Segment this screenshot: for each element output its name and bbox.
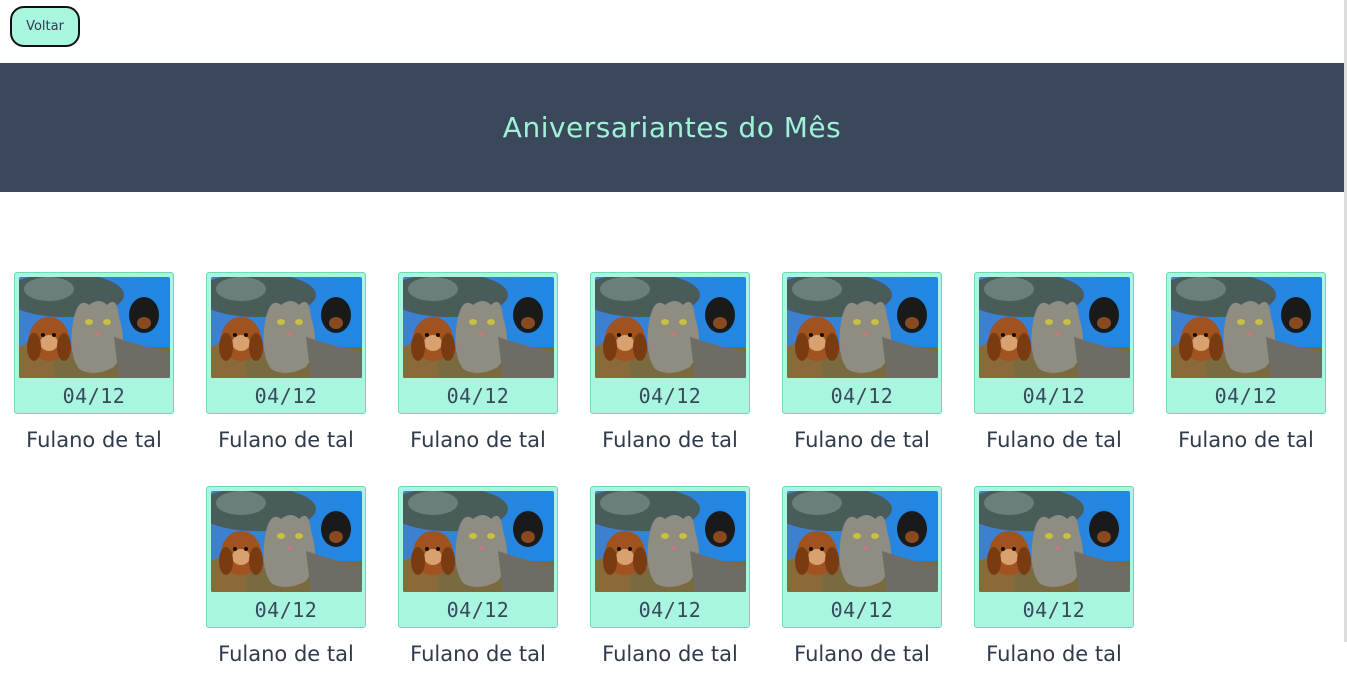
birthday-card[interactable]: 04/12 bbox=[782, 486, 942, 628]
birthday-item: 04/12 Fulano de tal bbox=[398, 272, 558, 486]
birthday-item: 04/12 Fulano de tal bbox=[398, 486, 558, 700]
birthday-card[interactable]: 04/12 bbox=[206, 272, 366, 414]
person-name: Fulano de tal bbox=[26, 428, 162, 452]
person-name: Fulano de tal bbox=[410, 642, 546, 666]
birthday-item: 04/12 Fulano de tal bbox=[206, 486, 366, 700]
pet-photo bbox=[786, 277, 938, 378]
birthday-date: 04/12 bbox=[830, 598, 894, 622]
birthday-date: 04/12 bbox=[830, 384, 894, 408]
birthday-date: 04/12 bbox=[1022, 384, 1086, 408]
birthday-date: 04/12 bbox=[638, 384, 702, 408]
birthday-card[interactable]: 04/12 bbox=[974, 486, 1134, 628]
pet-photo bbox=[18, 277, 170, 378]
person-name: Fulano de tal bbox=[1178, 428, 1314, 452]
birthday-date: 04/12 bbox=[638, 598, 702, 622]
birthday-card[interactable]: 04/12 bbox=[590, 272, 750, 414]
birthday-item: 04/12 Fulano de tal bbox=[1166, 272, 1326, 486]
person-name: Fulano de tal bbox=[794, 642, 930, 666]
birthday-card[interactable]: 04/12 bbox=[206, 486, 366, 628]
back-button[interactable]: Voltar bbox=[10, 6, 80, 47]
birthday-item: 04/12 Fulano de tal bbox=[590, 272, 750, 486]
birthday-date: 04/12 bbox=[1214, 384, 1278, 408]
birthday-date: 04/12 bbox=[254, 598, 318, 622]
pet-photo bbox=[210, 491, 362, 592]
pet-photo bbox=[786, 491, 938, 592]
person-name: Fulano de tal bbox=[218, 428, 354, 452]
birthday-date: 04/12 bbox=[1022, 598, 1086, 622]
pet-photo bbox=[594, 277, 746, 378]
birthday-item: 04/12 Fulano de tal bbox=[782, 272, 942, 486]
pet-photo bbox=[978, 491, 1130, 592]
pet-photo bbox=[402, 277, 554, 378]
pet-photo bbox=[594, 491, 746, 592]
birthday-date: 04/12 bbox=[62, 384, 126, 408]
person-name: Fulano de tal bbox=[986, 642, 1122, 666]
birthday-item: 04/12 Fulano de tal bbox=[974, 272, 1134, 486]
page-header: Aniversariantes do Mês bbox=[0, 63, 1344, 192]
pet-photo bbox=[402, 491, 554, 592]
person-name: Fulano de tal bbox=[986, 428, 1122, 452]
birthday-date: 04/12 bbox=[254, 384, 318, 408]
person-name: Fulano de tal bbox=[602, 642, 738, 666]
pet-photo bbox=[978, 277, 1130, 378]
birthday-date: 04/12 bbox=[446, 384, 510, 408]
birthday-card[interactable]: 04/12 bbox=[398, 486, 558, 628]
birthday-item: 04/12 Fulano de tal bbox=[782, 486, 942, 700]
birthday-item: 04/12 Fulano de tal bbox=[590, 486, 750, 700]
birthday-card[interactable]: 04/12 bbox=[590, 486, 750, 628]
birthday-item: 04/12 Fulano de tal bbox=[974, 486, 1134, 700]
pet-photo bbox=[210, 277, 362, 378]
birthday-card[interactable]: 04/12 bbox=[974, 272, 1134, 414]
person-name: Fulano de tal bbox=[410, 428, 546, 452]
birthday-card[interactable]: 04/12 bbox=[14, 272, 174, 414]
birthday-card[interactable]: 04/12 bbox=[782, 272, 942, 414]
person-name: Fulano de tal bbox=[794, 428, 930, 452]
birthday-item: 04/12 Fulano de tal bbox=[14, 272, 174, 486]
birthday-card[interactable]: 04/12 bbox=[1166, 272, 1326, 414]
birthday-date: 04/12 bbox=[446, 598, 510, 622]
birthday-card[interactable]: 04/12 bbox=[398, 272, 558, 414]
birthday-item: 04/12 Fulano de tal bbox=[206, 272, 366, 486]
birthday-grid: 04/12 Fulano de tal 04/12 Fulano de tal … bbox=[0, 272, 1340, 700]
pet-photo bbox=[1170, 277, 1322, 378]
person-name: Fulano de tal bbox=[602, 428, 738, 452]
page-title: Aniversariantes do Mês bbox=[502, 111, 842, 144]
person-name: Fulano de tal bbox=[218, 642, 354, 666]
